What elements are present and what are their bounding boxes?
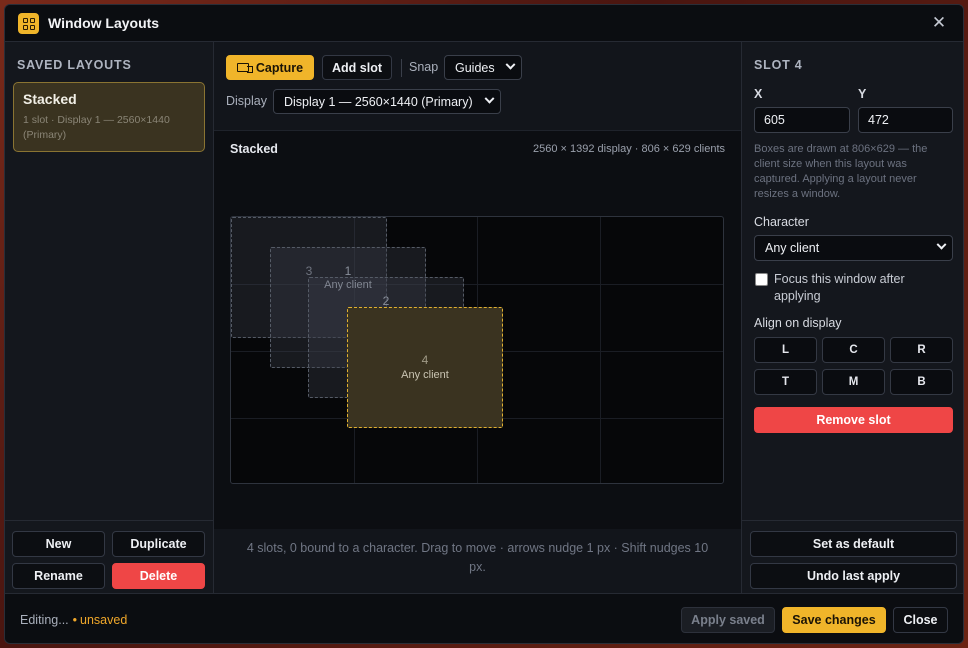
toolbar-divider [401, 59, 402, 77]
chevron-down-icon [484, 93, 495, 104]
display-label: Display [226, 94, 267, 108]
saved-layouts-panel: SAVED LAYOUTS Stacked 1 slot · Display 1… [5, 42, 214, 593]
slot-number: 2 [382, 294, 390, 308]
duplicate-layout-button[interactable]: Duplicate [112, 531, 205, 557]
display-preview[interactable]: 3 1 Any client 2 Any client 4 Any client [230, 216, 724, 484]
add-slot-button[interactable]: Add slot [322, 55, 392, 80]
canvas-area: Stacked 2560 × 1392 display · 806 × 629 … [214, 130, 741, 529]
align-right-button[interactable]: R [890, 337, 953, 363]
set-default-button[interactable]: Set as default [750, 531, 957, 557]
capture-label: Capture [255, 60, 304, 75]
snap-label: Snap [409, 60, 439, 74]
x-label: X [754, 87, 763, 101]
x-input[interactable]: 605 [754, 107, 850, 133]
size-hint: Boxes are drawn at 806×629 — the client … [754, 143, 928, 200]
slot-heading: SLOT 4 [754, 58, 803, 72]
edit-status: Editing... • unsaved [20, 613, 127, 627]
grid-app-icon [18, 13, 39, 34]
slot-properties-panel: SLOT 4 X Y 605 472 Boxes are drawn at 80… [741, 42, 963, 593]
status-unsaved: unsaved [80, 613, 128, 627]
slot-actions: Set as default Undo last apply [742, 520, 963, 593]
canvas-dimensions-info: 2560 × 1392 display · 806 × 629 clients [532, 143, 725, 155]
slot-number: 4 [421, 353, 429, 367]
layout-name: Stacked [23, 91, 77, 107]
chevron-down-icon [936, 239, 947, 250]
slot-box-selected[interactable]: 4 Any client [347, 307, 503, 428]
capture-button[interactable]: Capture [226, 55, 314, 80]
layout-editor: Capture Add slot Snap Guides Display Dis… [214, 42, 741, 593]
canvas-help-text: 4 slots, 0 bound to a character. Drag to… [246, 541, 709, 574]
align-middle-button[interactable]: M [822, 369, 885, 395]
align-bottom-button[interactable]: B [890, 369, 953, 395]
editor-toolbar: Capture Add slot Snap Guides Display Dis… [214, 42, 741, 122]
layout-item-stacked[interactable]: Stacked 1 slot · Display 1 — 2560×1440 (… [13, 82, 205, 152]
character-select[interactable]: Any client [754, 235, 953, 261]
align-center-button[interactable]: C [822, 337, 885, 363]
y-input[interactable]: 472 [858, 107, 953, 133]
layout-meta: 1 slot · Display 1 — 2560×1440 (Primary) [23, 114, 170, 141]
align-left-button[interactable]: L [754, 337, 817, 363]
chevron-down-icon [505, 59, 516, 70]
save-changes-button[interactable]: Save changes [782, 607, 886, 633]
display-value: Display 1 — 2560×1440 (Primary) [284, 94, 473, 109]
y-label: Y [858, 87, 867, 101]
align-top-button[interactable]: T [754, 369, 817, 395]
bottom-bar: Editing... • unsaved Apply saved Save chan… [5, 593, 963, 643]
character-value: Any client [765, 241, 820, 255]
focus-checkbox[interactable] [755, 273, 768, 286]
align-label: Align on display [754, 316, 842, 330]
status-editing: Editing... [20, 613, 69, 627]
display-select[interactable]: Display 1 — 2560×1440 (Primary) [273, 89, 501, 114]
character-label: Character [754, 215, 809, 229]
canvas-layout-name: Stacked [230, 142, 278, 156]
close-button[interactable]: Close [893, 607, 948, 633]
slot-client: Any client [401, 369, 449, 381]
snap-value: Guides [455, 60, 495, 75]
undo-apply-button[interactable]: Undo last apply [750, 563, 957, 589]
rename-layout-button[interactable]: Rename [12, 563, 105, 589]
saved-layouts-heading: SAVED LAYOUTS [17, 58, 132, 72]
title-bar: Window Layouts ✕ [5, 5, 963, 42]
apply-saved-button[interactable]: Apply saved [681, 607, 775, 633]
slot-number: 1 [344, 264, 352, 278]
new-layout-button[interactable]: New [12, 531, 105, 557]
layout-actions: New Duplicate Rename Delete [5, 520, 214, 593]
close-icon[interactable]: ✕ [929, 13, 949, 33]
window-title: Window Layouts [48, 15, 160, 31]
delete-layout-button[interactable]: Delete [112, 563, 205, 589]
focus-label: Focus this window after applying [774, 272, 905, 303]
window-layouts-dialog: Window Layouts ✕ SAVED LAYOUTS Stacked 1… [4, 4, 964, 644]
capture-icon [236, 63, 253, 73]
grid-line [600, 217, 601, 483]
snap-select[interactable]: Guides [444, 55, 522, 80]
status-dot: • [72, 613, 78, 627]
remove-slot-button[interactable]: Remove slot [754, 407, 953, 433]
